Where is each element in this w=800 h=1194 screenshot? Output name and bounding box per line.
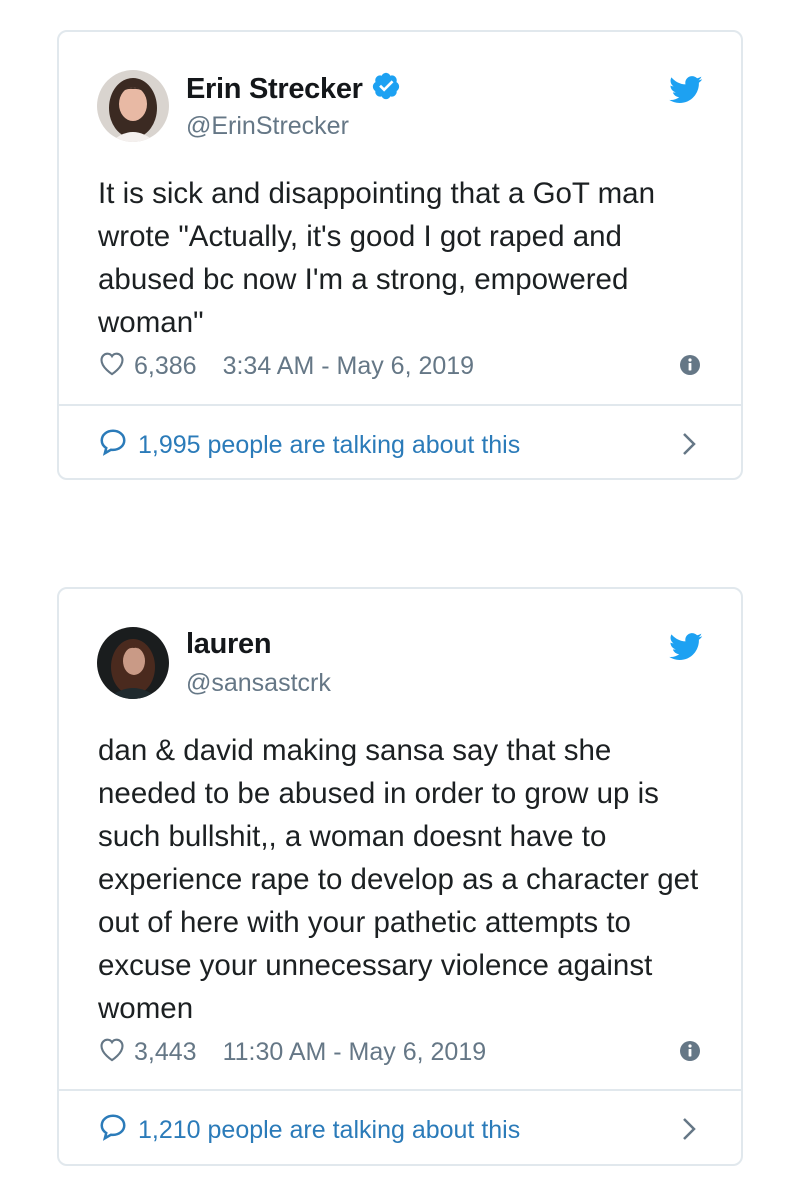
like-count[interactable]: 3,443 — [134, 1038, 197, 1067]
comment-icon — [98, 427, 128, 464]
chevron-right-icon[interactable] — [681, 431, 697, 462]
avatar[interactable] — [97, 70, 169, 142]
divider — [59, 1089, 741, 1091]
tweet-text: It is sick and disappointing that a GoT … — [98, 177, 655, 339]
display-name-text: lauren — [186, 628, 272, 660]
conversation-label: 1,210 people are talking about this — [138, 1116, 521, 1144]
tweet-text: dan & david making sansa say that she ne… — [98, 734, 699, 1025]
tweet-card[interactable]: lauren @sansastcrk dan & david making sa… — [57, 587, 743, 1166]
user-handle[interactable]: @sansastcrk — [186, 669, 331, 698]
twitter-bird-icon[interactable] — [669, 633, 703, 666]
user-handle[interactable]: @ErinStrecker — [186, 112, 349, 141]
display-name-text: Erin Strecker — [186, 73, 363, 105]
display-name[interactable]: lauren — [186, 628, 272, 661]
avatar[interactable] — [97, 627, 169, 699]
timestamp[interactable]: 11:30 AM - May 6, 2019 — [223, 1038, 487, 1067]
like-count[interactable]: 6,386 — [134, 352, 197, 381]
conversation-label: 1,995 people are talking about this — [138, 431, 521, 459]
conversation-link[interactable]: 1,995 people are talking about this — [98, 427, 741, 464]
heart-icon[interactable] — [98, 350, 126, 383]
comment-icon — [98, 1112, 128, 1149]
info-icon[interactable] — [679, 354, 701, 381]
timestamp[interactable]: 3:34 AM - May 6, 2019 — [223, 352, 475, 381]
tweet-meta: 3,443 11:30 AM - May 6, 2019 — [98, 1036, 486, 1069]
verified-badge-icon — [371, 71, 401, 109]
chevron-right-icon[interactable] — [681, 1116, 697, 1147]
tweet-card[interactable]: Erin Strecker @ErinStrecker It is sick a… — [57, 30, 743, 480]
display-name[interactable]: Erin Strecker — [186, 71, 401, 109]
twitter-bird-icon[interactable] — [669, 76, 703, 109]
conversation-link[interactable]: 1,210 people are talking about this — [98, 1112, 741, 1149]
info-icon[interactable] — [679, 1040, 701, 1067]
tweet-meta: 6,386 3:34 AM - May 6, 2019 — [98, 350, 474, 383]
heart-icon[interactable] — [98, 1036, 126, 1069]
divider — [59, 404, 741, 406]
